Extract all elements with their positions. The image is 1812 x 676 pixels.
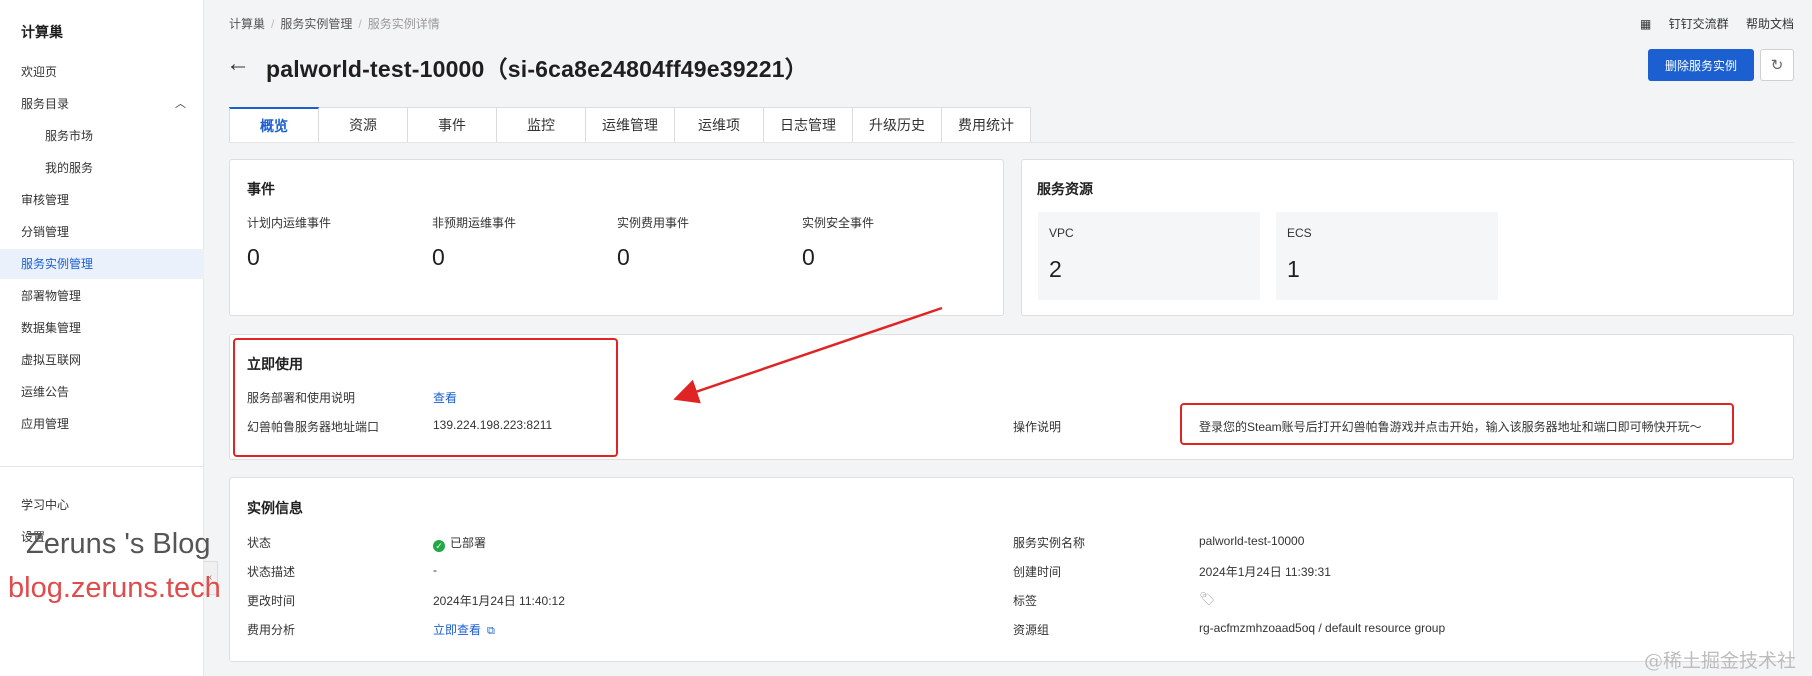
instance-title: 实例信息 <box>247 500 303 516</box>
resource-group-label: 资源组 <box>1013 623 1050 637</box>
created-time-label: 创建时间 <box>1013 565 1062 579</box>
resource-value: 1 <box>1287 256 1300 282</box>
sidebar-item-label: 服务目录 <box>21 97 70 111</box>
qr-icon: ▦ <box>1639 17 1652 31</box>
watermark-blog-url: blog.zeruns.tech <box>8 572 221 604</box>
tag-icon[interactable]: 🏷 <box>1199 591 1216 607</box>
breadcrumb: 计算巢 / 服务实例管理 / 服务实例详情 <box>229 17 440 31</box>
sidebar-item-artifacts[interactable]: 部署物管理 <box>0 281 204 311</box>
status-desc-value: - <box>433 563 437 577</box>
tab-ops-items[interactable]: 运维项 <box>675 107 764 143</box>
event-label-unexpected: 非预期运维事件 <box>432 216 517 230</box>
tags-label: 标签 <box>1013 594 1038 608</box>
sidebar-item-datasets[interactable]: 数据集管理 <box>0 313 204 343</box>
resource-value: 2 <box>1049 256 1062 282</box>
op-instructions-label: 操作说明 <box>1013 420 1062 434</box>
delete-instance-button[interactable]: 删除服务实例 <box>1648 49 1754 81</box>
sidebar-item-virtual-network[interactable]: 虚拟互联网 <box>0 345 204 375</box>
sidebar-item-ops-notice[interactable]: 运维公告 <box>0 377 204 407</box>
status-value: ✓ 已部署 <box>433 534 486 552</box>
resource-tile-ecs[interactable]: ECS 1 <box>1276 212 1498 300</box>
tab-bar: 概览 资源 事件 监控 运维管理 运维项 日志管理 升级历史 费用统计 <box>229 107 1031 143</box>
sidebar-brand: 计算巢 <box>21 24 63 40</box>
sidebar-item-service-market[interactable]: 服务市场 <box>0 121 204 151</box>
modified-time-label: 更改时间 <box>247 594 296 608</box>
refresh-icon: ↻ <box>1770 56 1784 74</box>
tab-events[interactable]: 事件 <box>408 107 497 143</box>
annotation-box-instructions <box>1180 403 1734 445</box>
resources-title: 服务资源 <box>1037 181 1093 197</box>
cost-analysis-link[interactable]: 立即查看 ⧉ <box>433 621 495 638</box>
event-label-security: 实例安全事件 <box>802 216 875 230</box>
sidebar-item-welcome[interactable]: 欢迎页 <box>0 57 204 87</box>
event-label-cost: 实例费用事件 <box>617 216 690 230</box>
events-title: 事件 <box>247 181 275 197</box>
status-label: 状态 <box>247 536 272 550</box>
annotation-box-quickstart <box>233 338 618 457</box>
watermark-blog-name: Zeruns 's Blog <box>26 528 211 560</box>
tab-ops-management[interactable]: 运维管理 <box>586 107 675 143</box>
instance-card: 实例信息 状态 ✓ 已部署 状态描述 - 更改时间 2024年1月24日 11:4… <box>229 477 1794 662</box>
resource-group-value: rg-acfmzmhzoaad5oq / default resource gr… <box>1199 621 1446 635</box>
sidebar-item-app-management[interactable]: 应用管理 <box>0 409 204 439</box>
sidebar-divider <box>0 466 204 467</box>
sidebar-item-service-catalog[interactable]: 服务目录 ︿ <box>0 89 204 119</box>
tab-upgrade-history[interactable]: 升级历史 <box>853 107 942 143</box>
event-value-cost[interactable]: 0 <box>617 244 630 271</box>
sidebar-item-my-services[interactable]: 我的服务 <box>0 153 204 183</box>
event-value-planned[interactable]: 0 <box>247 244 260 271</box>
dingtalk-link[interactable]: ▦ 钉钉交流群 <box>1626 17 1729 31</box>
back-arrow-icon[interactable]: ← <box>226 50 250 78</box>
status-desc-label: 状态描述 <box>247 565 296 579</box>
tab-overview[interactable]: 概览 <box>229 107 319 143</box>
events-card: 事件 计划内运维事件 0 非预期运维事件 0 实例费用事件 0 实例安全事件 0 <box>229 159 1004 316</box>
refresh-button[interactable]: ↻ <box>1760 49 1794 81</box>
sidebar-item-learning[interactable]: 学习中心 <box>0 490 204 520</box>
sidebar-item-review[interactable]: 审核管理 <box>0 185 204 215</box>
sidebar-item-distribution[interactable]: 分销管理 <box>0 217 204 247</box>
event-value-unexpected[interactable]: 0 <box>432 244 445 271</box>
check-circle-icon: ✓ <box>433 540 445 552</box>
resource-label: ECS <box>1287 226 1312 240</box>
dingtalk-label: 钉钉交流群 <box>1668 17 1729 31</box>
tab-monitoring[interactable]: 监控 <box>497 107 586 143</box>
modified-time-value: 2024年1月24日 11:40:12 <box>433 594 565 608</box>
page-title: palworld-test-10000（si-6ca8e24804ff49e39… <box>266 56 808 82</box>
chevron-up-icon: ︿ <box>175 98 186 110</box>
breadcrumb-item[interactable]: 计算巢 <box>229 17 265 31</box>
sidebar-item-service-instances[interactable]: 服务实例管理 <box>0 249 204 279</box>
cost-analysis-text: 立即查看 <box>433 623 482 637</box>
tab-resources[interactable]: 资源 <box>319 107 408 143</box>
breadcrumb-item[interactable]: 服务实例管理 <box>280 17 352 31</box>
cost-analysis-label: 费用分析 <box>247 623 296 637</box>
tab-divider <box>229 142 1794 143</box>
breadcrumb-current: 服务实例详情 <box>367 17 440 31</box>
instance-name-value: palworld-test-10000 <box>1199 534 1305 548</box>
tab-log-management[interactable]: 日志管理 <box>764 107 853 143</box>
created-time-value: 2024年1月24日 11:39:31 <box>1199 565 1331 579</box>
tab-cost-stats[interactable]: 费用统计 <box>942 107 1031 143</box>
resources-card: 服务资源 VPC 2 ECS 1 <box>1021 159 1794 316</box>
instance-name-label: 服务实例名称 <box>1013 536 1086 550</box>
resource-tile-vpc[interactable]: VPC 2 <box>1038 212 1260 300</box>
resource-label: VPC <box>1049 226 1074 240</box>
help-docs-link[interactable]: 帮助文档 <box>1746 17 1794 31</box>
top-links: ▦ 钉钉交流群 帮助文档 <box>1612 15 1794 32</box>
watermark-juejin: @稀土掘金技术社区 <box>1644 650 1797 672</box>
external-link-icon: ⧉ <box>487 625 495 637</box>
status-text: 已部署 <box>450 536 487 550</box>
event-value-security[interactable]: 0 <box>802 244 815 271</box>
event-label-planned: 计划内运维事件 <box>247 216 332 230</box>
